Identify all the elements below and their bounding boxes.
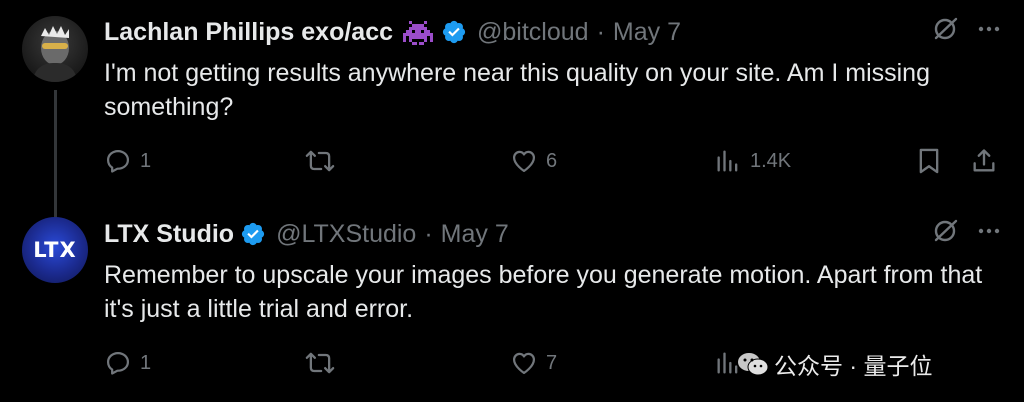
- views-count: 1.4K: [750, 149, 792, 172]
- verified-badge-icon[interactable]: [441, 19, 467, 45]
- retweet-icon: [305, 150, 335, 172]
- like-count: 7: [546, 351, 558, 374]
- tweet-header: Lachlan Phillips exo/acc @bitcloud · May…: [104, 14, 681, 50]
- avatar-lachlan[interactable]: [22, 16, 88, 82]
- analytics-icon: [717, 150, 738, 172]
- reply-count: 1: [140, 149, 152, 172]
- avatar-ltx[interactable]: LTX: [22, 217, 88, 283]
- space-invader-icon: [403, 21, 434, 45]
- more-options-icon[interactable]: [976, 16, 1002, 42]
- grok-icon[interactable]: [932, 16, 958, 42]
- wechat-icon: [738, 353, 769, 376]
- reply-button[interactable]: 1: [104, 345, 151, 381]
- watermark-text: 公众号 · 量子位: [774, 353, 933, 379]
- views-button[interactable]: 1.4K: [714, 143, 791, 179]
- author-handle[interactable]: @bitcloud: [477, 18, 589, 47]
- tweet-text: Remember to upscale your images before y…: [104, 261, 983, 323]
- tweet-header: LTX Studio @LTXStudio · May 7: [104, 216, 509, 252]
- wechat-watermark: 公众号 · 量子位: [736, 344, 932, 384]
- ltx-logo: LTX: [33, 238, 77, 262]
- reply-icon: [106, 149, 130, 173]
- like-button[interactable]: 6: [510, 143, 557, 179]
- like-button[interactable]: 7: [510, 345, 557, 381]
- grok-icon[interactable]: [932, 218, 958, 244]
- tweet-bitcloud[interactable]: Lachlan Phillips exo/acc @bitcloud · May…: [0, 0, 1024, 218]
- bookmark-icon: [919, 148, 939, 174]
- bookmark-button[interactable]: [916, 143, 942, 179]
- avatar-portrait-icon: [32, 26, 78, 82]
- separator-dot: ·: [424, 219, 433, 248]
- retweet-icon: [305, 352, 335, 374]
- like-count: 6: [546, 149, 558, 172]
- author-name[interactable]: LTX Studio: [104, 220, 234, 249]
- tweet-text: I'm not getting results anywhere near th…: [104, 59, 930, 121]
- author-name[interactable]: Lachlan Phillips exo/acc: [104, 18, 393, 47]
- retweet-button[interactable]: [304, 345, 344, 381]
- tweet-top-icons: [932, 218, 1002, 244]
- heart-icon: [512, 352, 536, 375]
- reply-count: 1: [140, 351, 152, 374]
- reply-button[interactable]: 1: [104, 143, 151, 179]
- heart-icon: [512, 150, 536, 173]
- thread-connector-line: [54, 90, 57, 218]
- tweet-date[interactable]: May 7: [613, 18, 681, 47]
- tweet-date[interactable]: May 7: [441, 220, 509, 249]
- tweet-top-icons: [932, 16, 1002, 42]
- share-button[interactable]: [970, 143, 998, 179]
- reply-icon: [106, 351, 130, 375]
- verified-badge-icon[interactable]: [240, 221, 266, 247]
- author-handle[interactable]: @LTXStudio: [276, 220, 416, 249]
- separator-dot: ·: [596, 17, 605, 46]
- more-options-icon[interactable]: [976, 218, 1002, 244]
- share-icon: [973, 149, 995, 172]
- tweet-actions: 1 6 1.4K: [104, 143, 1000, 179]
- retweet-button[interactable]: [304, 143, 344, 179]
